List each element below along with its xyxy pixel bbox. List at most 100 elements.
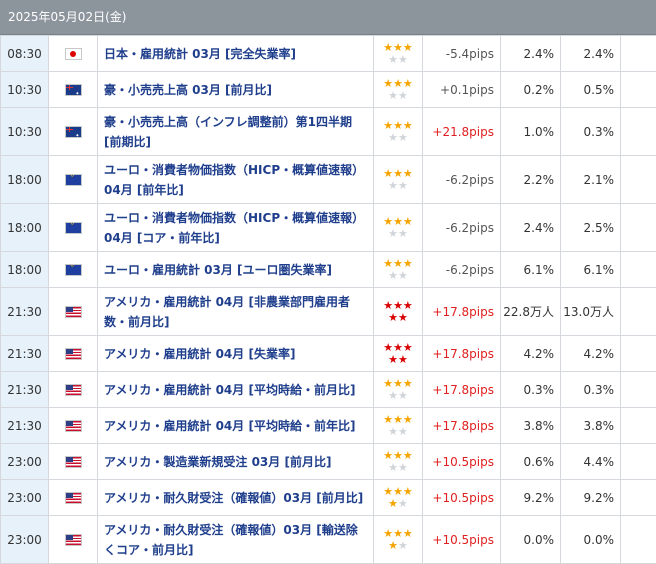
forecast-value: 2.4% [561, 36, 621, 72]
star-icon: ★★ [374, 462, 422, 474]
event-row: 23:00 アメリカ・耐久財受注（確報値）03月 [輸送除くコア・前月比]★★★★… [1, 516, 656, 564]
event-title-link[interactable]: ユーロ・雇用統計 03月 [ユーロ圏失業率] [98, 252, 374, 288]
event-row: 21:30アメリカ・雇用統計 04月 [平均時給・前月比]★★★★★+17.8p… [1, 372, 656, 408]
actual-value: 2.4% [501, 204, 561, 252]
event-row: 18:00ユーロ・雇用統計 03月 [ユーロ圏失業率]★★★★★-6.2pips… [1, 252, 656, 288]
star-icon: ★★ [374, 228, 422, 240]
pips-change: +17.8pips [423, 336, 501, 372]
event-title-link[interactable]: アメリカ・雇用統計 04月 [平均時給・前年比] [98, 408, 374, 444]
event-title-link[interactable]: ユーロ・消費者物価指数（HICP・概算値速報）04月 [前年比] [98, 156, 374, 204]
forecast-value: 2.5% [561, 204, 621, 252]
economic-calendar: 2025年05月02日(金) 08:30日本・雇用統計 03月 [完全失業率]★… [0, 0, 656, 564]
actual-value: 0.6% [501, 444, 561, 480]
pips-change: -6.2pips [423, 252, 501, 288]
importance-stars: ★★★★★ [374, 252, 423, 288]
importance-stars: ★★★★★ [374, 444, 423, 480]
date-header: 2025年05月02日(金) [0, 0, 656, 35]
forecast-value: 13.0万人 [561, 288, 621, 336]
forecast-value: 2.1% [561, 156, 621, 204]
previous-value: --- [621, 72, 656, 108]
usa-flag-icon [65, 384, 82, 396]
pips-change: -6.2pips [423, 156, 501, 204]
forecast-value: 3.8% [561, 408, 621, 444]
pips-change: +10.5pips [423, 480, 501, 516]
previous-value: --- [621, 204, 656, 252]
actual-value: 4.2% [501, 336, 561, 372]
event-title-link[interactable]: アメリカ・雇用統計 04月 [平均時給・前月比] [98, 372, 374, 408]
forecast-value: 0.5% [561, 72, 621, 108]
importance-stars: ★★★★★ [374, 156, 423, 204]
event-title-link[interactable]: アメリカ・雇用統計 04月 [非農業部門雇用者数・前月比] [98, 288, 374, 336]
event-time: 21:30 [1, 336, 49, 372]
event-row: 18:00ユーロ・消費者物価指数（HICP・概算値速報）04月 [コア・前年比]… [1, 204, 656, 252]
importance-stars: ★★★★★ [374, 372, 423, 408]
actual-value: 6.1% [501, 252, 561, 288]
event-row: 21:30アメリカ・雇用統計 04月 [非農業部門雇用者数・前月比]★★★★★+… [1, 288, 656, 336]
star-icon: ★★ [374, 90, 422, 102]
event-row: 21:30アメリカ・雇用統計 04月 [平均時給・前年比]★★★★★+17.8p… [1, 408, 656, 444]
actual-value: 0.3% [501, 372, 561, 408]
event-title-link[interactable]: アメリカ・耐久財受注（確報値）03月 [輸送除くコア・前月比] [98, 516, 374, 564]
star-icon: ★★ [374, 540, 422, 552]
star-icon: ★★ [374, 180, 422, 192]
event-time: 08:30 [1, 36, 49, 72]
flag-cell [49, 204, 98, 252]
forecast-value: 0.3% [561, 372, 621, 408]
event-time: 23:00 [1, 444, 49, 480]
forecast-value: 0.3% [561, 108, 621, 156]
flag-cell [49, 288, 98, 336]
event-title-link[interactable]: アメリカ・雇用統計 04月 [失業率] [98, 336, 374, 372]
star-icon: ★★ [374, 498, 422, 510]
events-table: 08:30日本・雇用統計 03月 [完全失業率]★★★★★-5.4pips2.4… [0, 35, 656, 564]
flag-cell [49, 36, 98, 72]
event-title-link[interactable]: 豪・小売売上高 03月 [前月比] [98, 72, 374, 108]
pips-change: +17.8pips [423, 288, 501, 336]
usa-flag-icon [65, 420, 82, 432]
eu-flag-icon [65, 264, 82, 276]
actual-value: 2.4% [501, 36, 561, 72]
pips-change: +10.5pips [423, 516, 501, 564]
pips-change: -6.2pips [423, 204, 501, 252]
japan-flag-icon [65, 48, 82, 60]
event-title-link[interactable]: アメリカ・製造業新規受注 03月 [前月比] [98, 444, 374, 480]
flag-cell [49, 336, 98, 372]
event-time: 18:00 [1, 156, 49, 204]
pips-change: +10.5pips [423, 444, 501, 480]
event-time: 23:00 [1, 516, 49, 564]
pips-change: -5.4pips [423, 36, 501, 72]
event-time: 23:00 [1, 480, 49, 516]
event-row: 10:30豪・小売売上高（インフレ調整前）第1四半期 [前期比]★★★★★+21… [1, 108, 656, 156]
australia-flag-icon [65, 84, 82, 96]
eu-flag-icon [65, 174, 82, 186]
event-time: 21:30 [1, 408, 49, 444]
actual-value: 0.0% [501, 516, 561, 564]
forecast-value: 9.2% [561, 480, 621, 516]
event-title-link[interactable]: 豪・小売売上高（インフレ調整前）第1四半期 [前期比] [98, 108, 374, 156]
event-row: 21:30アメリカ・雇用統計 04月 [失業率]★★★★★+17.8pips4.… [1, 336, 656, 372]
star-icon: ★★ [374, 54, 422, 66]
importance-stars: ★★★★★ [374, 204, 423, 252]
flag-cell [49, 108, 98, 156]
event-row: 23:00 アメリカ・製造業新規受注 03月 [前月比]★★★★★+10.5pip… [1, 444, 656, 480]
usa-flag-icon [65, 456, 82, 468]
previous-value: --- [621, 156, 656, 204]
star-icon: ★★ [374, 354, 422, 366]
pips-change: +21.8pips [423, 108, 501, 156]
usa-flag-icon [65, 348, 82, 360]
event-title-link[interactable]: 日本・雇用統計 03月 [完全失業率] [98, 36, 374, 72]
previous-value: --- [621, 516, 656, 564]
importance-stars: ★★★★★ [374, 480, 423, 516]
event-title-link[interactable]: ユーロ・消費者物価指数（HICP・概算値速報）04月 [コア・前年比] [98, 204, 374, 252]
event-row: 23:00 アメリカ・耐久財受注（確報値）03月 [前月比]★★★★★+10.5p… [1, 480, 656, 516]
importance-stars: ★★★★★ [374, 336, 423, 372]
previous-value: --- [621, 288, 656, 336]
event-title-link[interactable]: アメリカ・耐久財受注（確報値）03月 [前月比] [98, 480, 374, 516]
event-row: 08:30日本・雇用統計 03月 [完全失業率]★★★★★-5.4pips2.4… [1, 36, 656, 72]
actual-value: 0.2% [501, 72, 561, 108]
actual-value: 9.2% [501, 480, 561, 516]
event-row: 18:00 ユーロ・消費者物価指数（HICP・概算値速報）04月 [前年比]★★★… [1, 156, 656, 204]
star-icon: ★★ [374, 270, 422, 282]
usa-flag-icon [65, 492, 82, 504]
importance-stars: ★★★★★ [374, 516, 423, 564]
forecast-value: 4.2% [561, 336, 621, 372]
